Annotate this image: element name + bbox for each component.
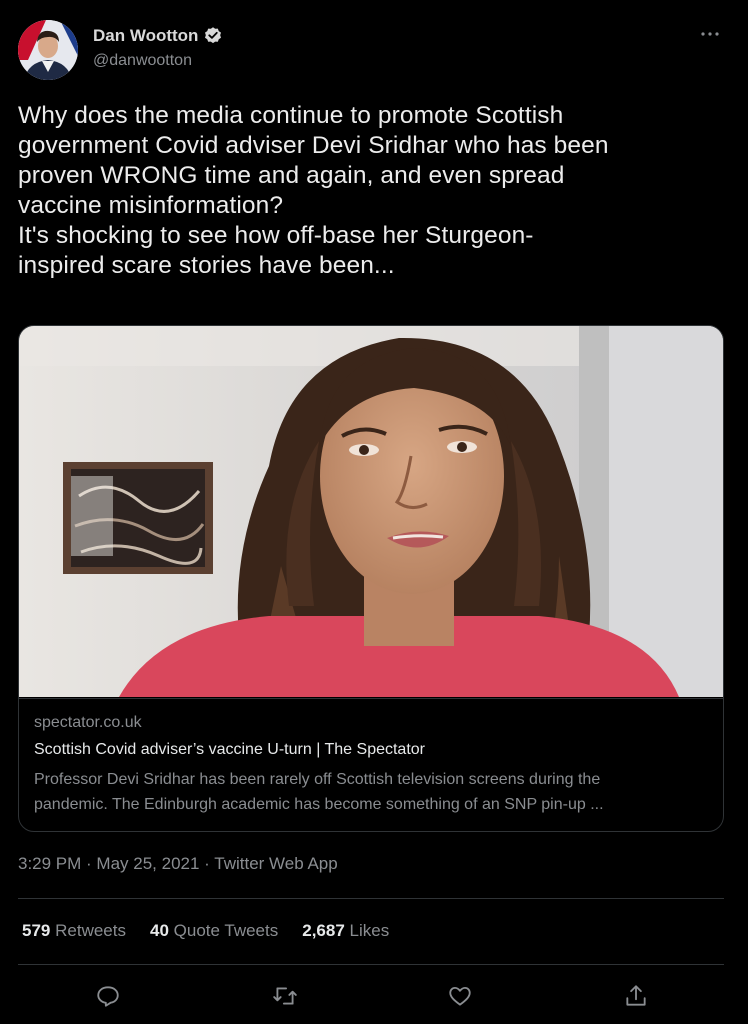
profile-avatar[interactable] bbox=[18, 20, 78, 80]
retweet-icon[interactable] bbox=[271, 982, 299, 1010]
quote-tweets-stat[interactable]: 40 Quote Tweets bbox=[150, 921, 278, 941]
link-card[interactable]: spectator.co.uk Scottish Covid adviser’s… bbox=[18, 325, 724, 832]
tweet-text-line: inspired scare stories have been... bbox=[18, 252, 395, 279]
tweet-date[interactable]: May 25, 2021 bbox=[96, 854, 199, 873]
verified-badge-icon bbox=[203, 26, 223, 46]
likes-stat[interactable]: 2,687 Likes bbox=[302, 921, 389, 941]
tweet-text-line: government Covid adviser Devi Sridhar wh… bbox=[18, 132, 609, 159]
tweet-stats: 579 Retweets 40 Quote Tweets 2,687 Likes bbox=[22, 921, 413, 941]
author-handle[interactable]: @danwootton bbox=[93, 52, 192, 70]
likes-count: 2,687 bbox=[302, 921, 345, 940]
retweets-stat[interactable]: 579 Retweets bbox=[22, 921, 126, 941]
tweet-text-line: It's shocking to see how off-base her St… bbox=[18, 222, 534, 249]
like-icon[interactable] bbox=[446, 982, 474, 1010]
share-icon[interactable] bbox=[622, 982, 650, 1010]
more-options-icon[interactable] bbox=[698, 24, 722, 44]
link-card-body[interactable]: spectator.co.uk Scottish Covid adviser’s… bbox=[19, 698, 723, 831]
tweet-time[interactable]: 3:29 PM bbox=[18, 854, 81, 873]
link-card-description-line: Professor Devi Sridhar has been rarely o… bbox=[34, 771, 601, 788]
reply-icon[interactable] bbox=[94, 982, 122, 1010]
tweet-detail: Dan Wootton @danwootton Why does the med… bbox=[0, 0, 748, 1024]
tweet-source[interactable]: Twitter Web App bbox=[214, 854, 337, 873]
retweets-count: 579 bbox=[22, 921, 51, 940]
link-card-title: Scottish Covid adviser’s vaccine U-turn … bbox=[34, 741, 425, 758]
link-card-image[interactable] bbox=[19, 326, 723, 697]
link-card-description: Professor Devi Sridhar has been rarely o… bbox=[34, 767, 710, 817]
meta-separator: · bbox=[199, 854, 215, 873]
author-display-name[interactable]: Dan Wootton bbox=[93, 26, 198, 46]
tweet-text-line: proven WRONG time and again, and even sp… bbox=[18, 162, 565, 189]
quote-tweets-count: 40 bbox=[149, 921, 169, 940]
tweet-text: Why does the media continue to promote S… bbox=[18, 101, 730, 281]
quote-tweets-label: Quote Tweets bbox=[173, 921, 279, 940]
tweet-text-line: vaccine misinformation? bbox=[18, 192, 284, 219]
retweets-label: Retweets bbox=[55, 921, 126, 940]
tweet-text-line: Why does the media continue to promote S… bbox=[18, 102, 564, 129]
meta-separator: · bbox=[81, 854, 97, 873]
likes-label: Likes bbox=[349, 921, 390, 940]
tweet-actions-bar bbox=[18, 982, 724, 1010]
link-card-domain: spectator.co.uk bbox=[34, 714, 142, 731]
divider bbox=[18, 898, 724, 899]
divider bbox=[18, 964, 724, 965]
tweet-meta: 3:29 PM · May 25, 2021 · Twitter Web App bbox=[18, 854, 338, 874]
link-card-description-line: pandemic. The Edinburgh academic has bec… bbox=[34, 796, 604, 813]
author-name-row[interactable]: Dan Wootton bbox=[93, 26, 223, 46]
